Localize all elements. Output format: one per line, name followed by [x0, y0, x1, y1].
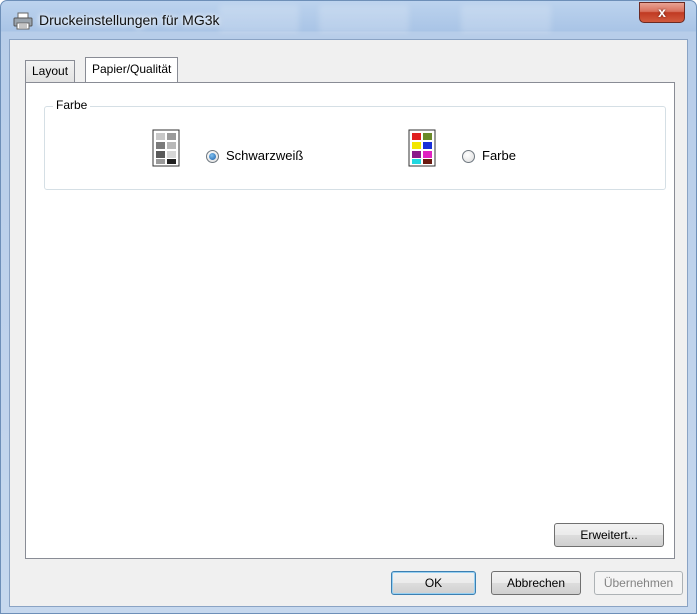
grayscale-page-icon — [152, 129, 180, 167]
ok-button[interactable]: OK — [391, 571, 476, 595]
color-groupbox: Farbe Schwarzweiß Farbe — [44, 98, 666, 190]
radio-color-label[interactable]: Farbe — [482, 148, 516, 163]
color-page-icon — [408, 129, 436, 167]
dialog-client-area: Layout Papier/Qualität Farbe Schwarzweiß… — [9, 39, 688, 607]
title-bar[interactable]: Druckeinstellungen für MG3k x — [1, 1, 696, 39]
cancel-button[interactable]: Abbrechen — [491, 571, 581, 595]
background-blur — [319, 5, 409, 33]
tab-layout[interactable]: Layout — [25, 60, 76, 82]
close-button[interactable]: x — [639, 2, 685, 23]
printing-preferences-window: Druckeinstellungen für MG3k x Layout Pap… — [0, 0, 697, 614]
radio-color[interactable] — [462, 150, 475, 163]
close-icon: x — [658, 4, 666, 20]
color-group-label: Farbe — [53, 98, 91, 112]
tab-paper-quality[interactable]: Papier/Qualität — [85, 57, 179, 82]
background-blur — [461, 5, 551, 33]
window-title: Druckeinstellungen für MG3k — [39, 12, 220, 28]
radio-grayscale-label[interactable]: Schwarzweiß — [226, 148, 303, 163]
apply-button[interactable]: Übernehmen — [594, 571, 683, 595]
advanced-button[interactable]: Erweitert... — [554, 523, 664, 547]
radio-grayscale[interactable] — [206, 150, 219, 163]
tab-panel-paper-quality: Farbe Schwarzweiß Farbe Erweitert... — [25, 82, 675, 559]
background-blur — [219, 5, 299, 33]
printer-icon — [13, 12, 33, 30]
